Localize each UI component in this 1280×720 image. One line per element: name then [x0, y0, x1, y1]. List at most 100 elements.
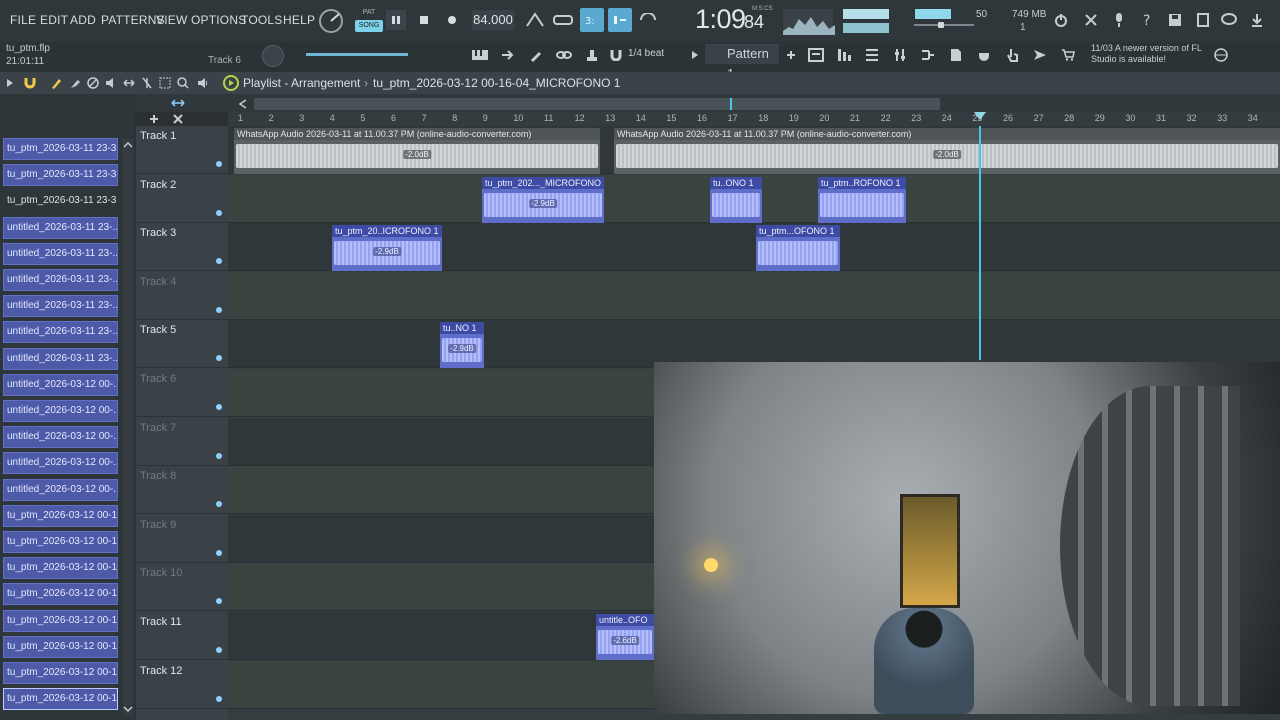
menu-tools[interactable]: TOOLS [241, 13, 282, 27]
microphone-icon[interactable] [1110, 10, 1128, 30]
audio-clip[interactable]: tu_ptm_202..._MICROFONO 1 -2.9dB [482, 176, 604, 223]
metronome-icon[interactable] [524, 10, 546, 30]
browser-clip-item[interactable]: tu_ptm_2026-03-11 23-3... [3, 138, 118, 160]
track-header[interactable]: Track 2 [136, 175, 228, 223]
arrow-right-icon[interactable] [498, 46, 518, 64]
step-edit-icon[interactable] [608, 8, 632, 32]
volume-slider-handle[interactable] [938, 22, 944, 28]
record-button[interactable] [442, 10, 462, 30]
playlist-current-clip[interactable]: tu_ptm_2026-03-12 00-16-04_MICROFONO 1 [373, 76, 620, 90]
save-icon[interactable] [1166, 10, 1184, 30]
track-mute-led[interactable] [216, 647, 222, 653]
browser-clip-item[interactable]: tu_ptm_2026-03-11 23-3... [3, 164, 118, 187]
stop-button[interactable] [414, 10, 434, 30]
track-mute-led[interactable] [216, 404, 222, 410]
track-mute-led[interactable] [216, 355, 222, 362]
browser-clip-item[interactable]: untitled_2026-03-11 23-... [3, 269, 118, 291]
horizontal-zoom-icon[interactable] [170, 96, 186, 110]
browser-clip-item[interactable]: untitled_2026-03-12 00-... [3, 452, 118, 475]
browser-scrollbar[interactable] [123, 138, 133, 716]
track-header[interactable]: Track 1 [136, 126, 228, 174]
add-pattern-icon[interactable] [784, 46, 798, 64]
audio-clip[interactable]: tu_ptm_20..ICROFONO 1 -2.9dB [332, 225, 442, 272]
track-lane[interactable] [228, 271, 1280, 320]
wait-input-icon[interactable] [552, 10, 574, 30]
mute-icon[interactable] [104, 75, 118, 91]
track-header[interactable]: Track 12 [136, 661, 228, 709]
draw-pencil-icon[interactable] [50, 75, 64, 91]
browser-clip-item[interactable]: untitled_2026-03-11 23-... [3, 216, 118, 239]
track-mute-led[interactable] [216, 452, 222, 459]
countdown-icon[interactable]: 3: [580, 8, 604, 32]
browser-clip-item[interactable]: tu_ptm_2026-03-12 00-1... [3, 531, 118, 553]
browser-clip-item[interactable]: untitled_2026-03-11 23-... [3, 321, 118, 344]
track-mute-led[interactable] [216, 501, 222, 508]
browser-clip-item[interactable]: tu_ptm_2026-03-12 00-1... [3, 557, 118, 580]
touch-icon[interactable] [1002, 46, 1022, 64]
speaker-icon[interactable] [196, 75, 210, 91]
snap-magnet-icon[interactable] [22, 75, 38, 91]
tools-icon[interactable] [1082, 10, 1100, 30]
link-icon[interactable] [554, 46, 574, 64]
browser-clip-item[interactable]: untitled_2026-03-11 23-... [3, 242, 118, 265]
update-notification[interactable]: 11/03 A newer version of FL Studio is av… [1091, 43, 1211, 65]
timeline-ruler[interactable]: 1 2 3 4 5 6 7 8 9 10 11 12 13 14 15 16 17 18 19 20 21 22 23 24 2… [228, 112, 1280, 126]
audio-clip[interactable]: tu_ptm...OFONO 1 [756, 225, 840, 272]
track-header[interactable]: Track 5 [136, 320, 228, 369]
browser-clip-item[interactable]: untitled_2026-03-11 23-... [3, 347, 118, 370]
pattern-selector[interactable]: Pattern 1 [705, 44, 779, 81]
zoom-icon[interactable] [176, 75, 190, 91]
browser-clip-item[interactable]: tu_ptm_2026-03-12 00-1... [3, 609, 118, 632]
menu-add[interactable]: ADD [70, 13, 96, 27]
track-mute-led[interactable] [216, 598, 222, 605]
globe-icon[interactable] [1212, 46, 1230, 64]
render-icon[interactable] [1194, 10, 1212, 30]
channel-knob[interactable] [262, 45, 284, 67]
track-mute-led[interactable] [216, 549, 222, 556]
audio-clip[interactable]: tu_ptm..ROFONO 1 [818, 176, 906, 223]
loop-record-icon[interactable] [636, 10, 660, 30]
waveform-scope[interactable] [782, 8, 835, 35]
menu-options[interactable]: OPTIONS [191, 13, 246, 27]
file-icon[interactable] [946, 46, 966, 64]
routing-icon[interactable] [918, 46, 938, 64]
track-header[interactable]: Track 9 [136, 515, 228, 563]
paint-brush-icon[interactable] [68, 75, 82, 91]
pause-button[interactable] [386, 10, 406, 30]
mixer-icon[interactable] [862, 46, 882, 64]
browser-clip-item[interactable]: tu_ptm_2026-03-11 23-3... [3, 190, 118, 212]
track-mute-led[interactable] [216, 209, 222, 216]
magnet-icon[interactable] [608, 46, 624, 64]
pencil-icon[interactable] [526, 46, 546, 64]
sliders-icon[interactable] [890, 46, 910, 64]
browser-clip-item[interactable]: untitled_2026-03-12 00-... [3, 400, 118, 422]
track-header[interactable]: Track 11 [136, 612, 228, 660]
audio-clip[interactable]: WhatsApp Audio 2026-03-11 at 11.00.37 PM… [614, 128, 1280, 174]
song-mode-toggle[interactable]: SONG [355, 20, 383, 32]
audio-clip[interactable]: tu..NO 1 -2.9dB [440, 322, 484, 369]
browser-clip-item[interactable]: untitled_2026-03-12 00-... [3, 373, 118, 396]
plugin-icon[interactable] [974, 46, 994, 64]
snap-selector[interactable]: 1/4 beat [628, 48, 664, 59]
audio-clip[interactable]: WhatsApp Audio 2026-03-11 at 11.00.37 PM… [234, 128, 600, 174]
delete-icon[interactable] [86, 75, 100, 91]
slice-icon[interactable] [140, 75, 154, 91]
slip-icon[interactable] [122, 75, 136, 91]
browser-clip-item[interactable]: tu_ptm_2026-03-12 00-1... [3, 635, 118, 658]
browser-clip-item[interactable]: untitled_2026-03-12 00-... [3, 478, 118, 501]
browser-clip-item[interactable]: tu_ptm_2026-03-12 00-1... [3, 662, 118, 684]
browser-clip-item[interactable]: untitled_2026-03-12 00-... [3, 426, 118, 449]
track-header[interactable]: Track 3 [136, 223, 228, 272]
track-header[interactable]: Track 8 [136, 466, 228, 515]
track-header[interactable]: Track 7 [136, 418, 228, 466]
pat-mode-label[interactable]: PAT [356, 9, 382, 19]
channel-rack-icon[interactable] [834, 46, 854, 64]
piano-roll-icon[interactable] [470, 46, 490, 64]
playlist-window-icon[interactable] [806, 46, 826, 64]
add-track-icon[interactable] [148, 112, 160, 126]
track-header[interactable]: Track 10 [136, 563, 228, 612]
cart-icon[interactable] [1058, 46, 1078, 64]
track-mute-led[interactable] [216, 306, 222, 313]
master-volume-knob[interactable] [318, 8, 344, 34]
track-mute-led[interactable] [216, 695, 222, 702]
